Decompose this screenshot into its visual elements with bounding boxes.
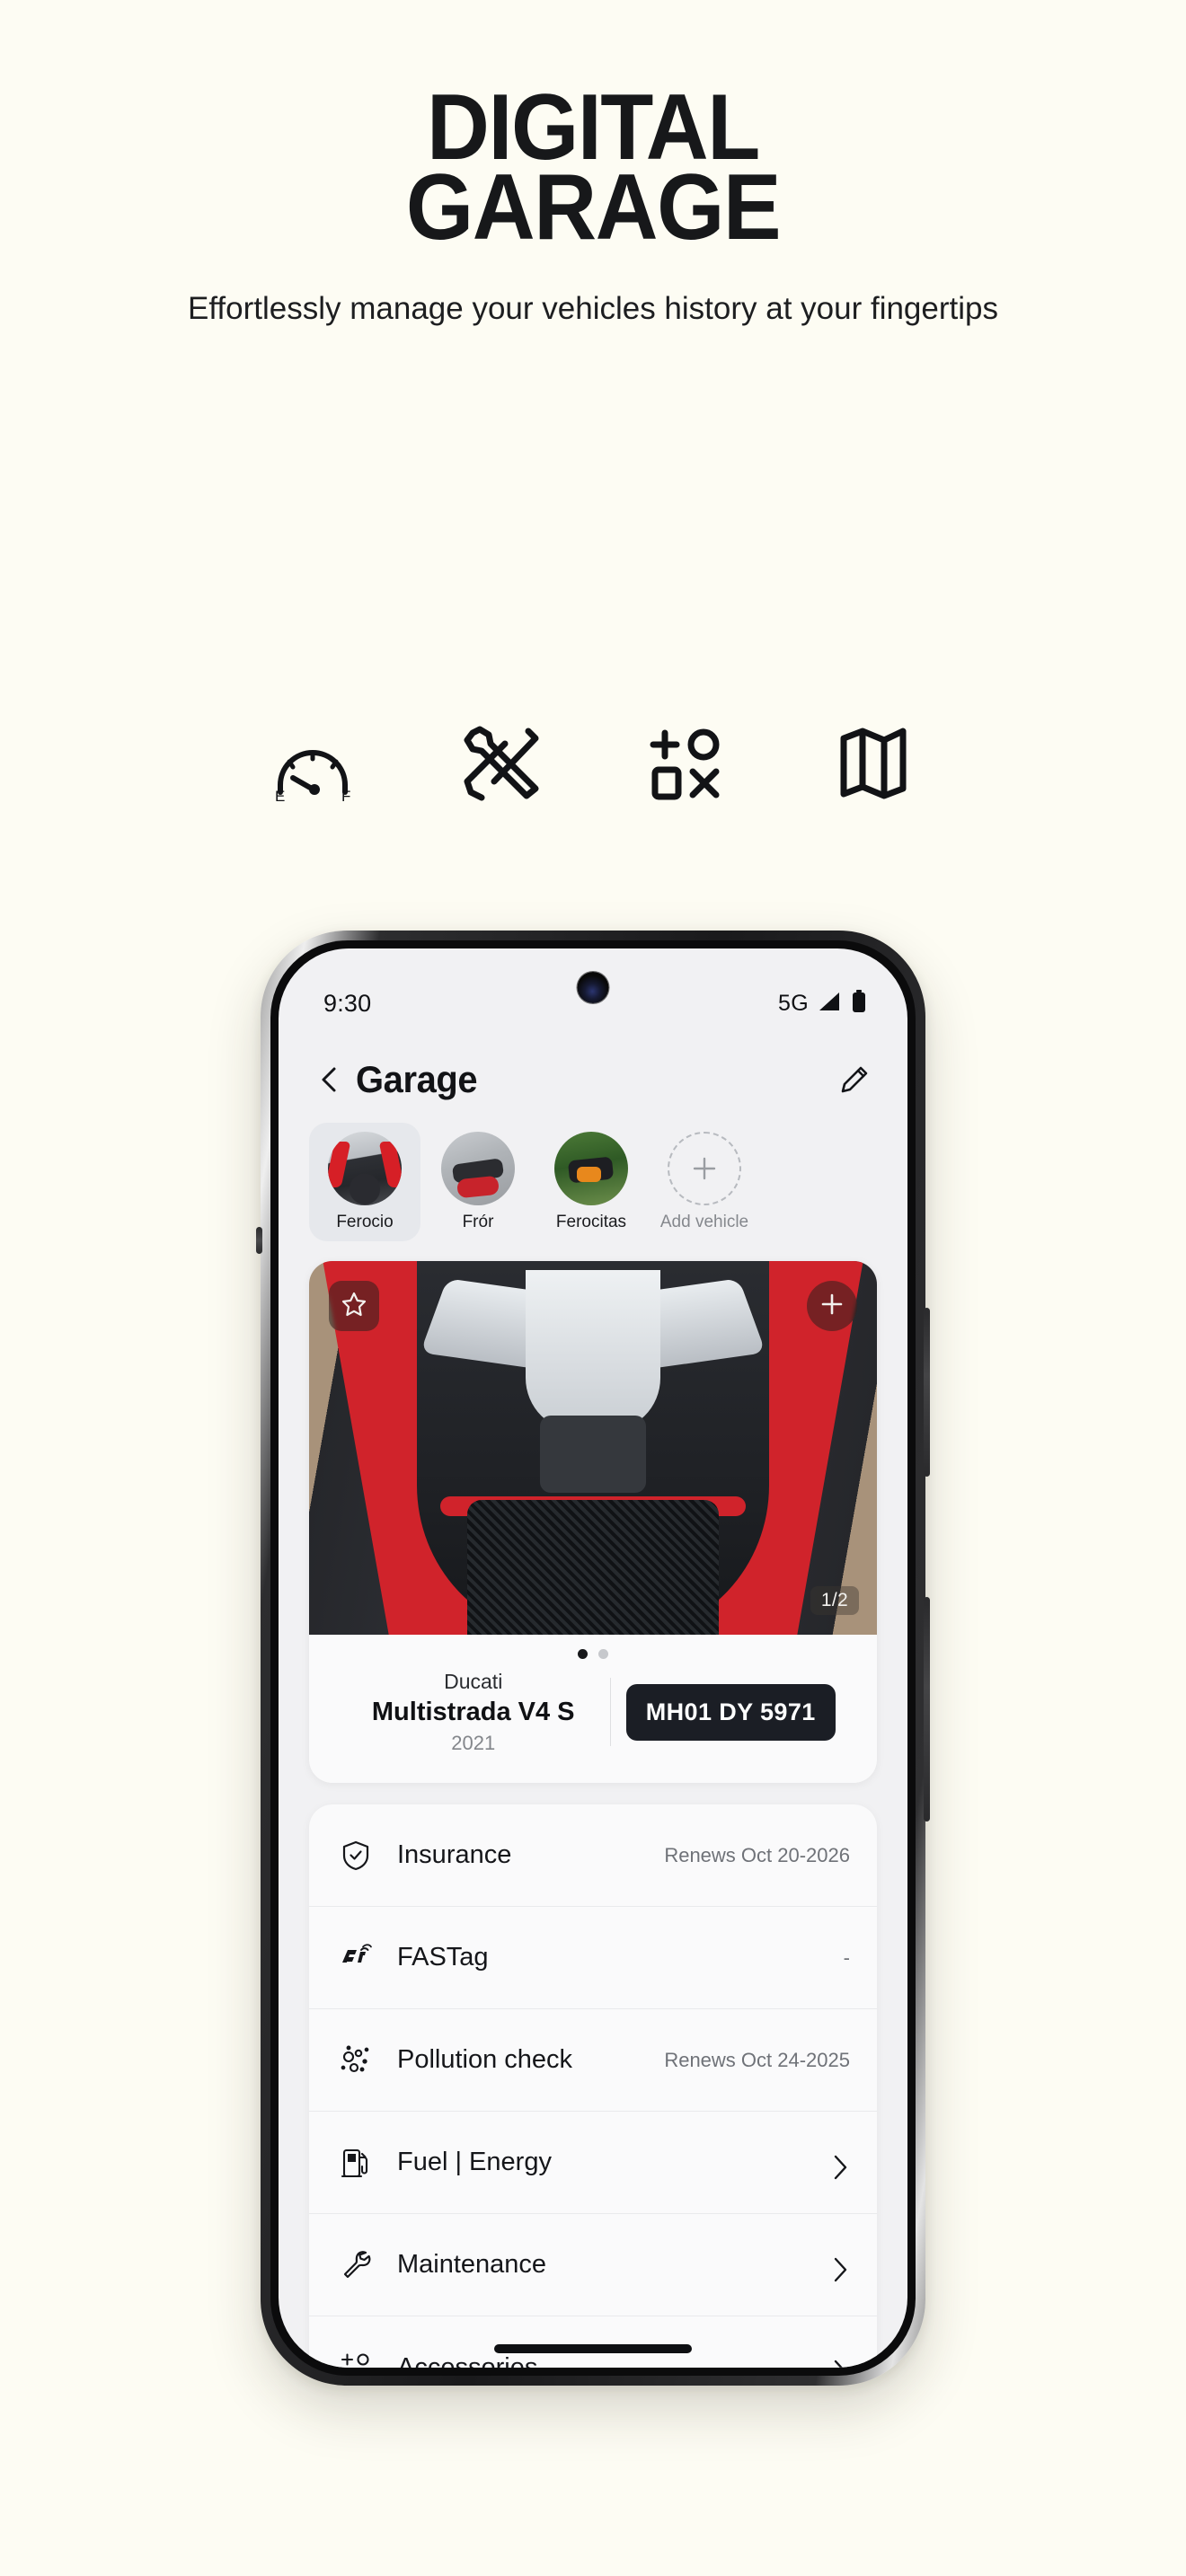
service-row-maintenance[interactable]: Maintenance <box>309 2214 877 2317</box>
carousel-dot[interactable] <box>598 1649 608 1659</box>
avatar <box>441 1132 515 1205</box>
phone-bezel: 9:30 5G Garage Ferocio Frór Ferocitas Ad… <box>270 940 916 2376</box>
carousel-dots[interactable] <box>309 1635 877 1663</box>
sim-tray <box>256 1227 262 1254</box>
avatar <box>554 1132 628 1205</box>
accessories-icon <box>633 710 740 817</box>
signal-bars-icon <box>818 991 843 1017</box>
vehicle-year: 2021 <box>451 1731 496 1754</box>
star-outline-icon <box>341 1291 367 1322</box>
add-photo-button[interactable] <box>807 1281 857 1331</box>
service-row-fuel-energy[interactable]: Fuel | Energy <box>309 2112 877 2215</box>
tools-icon <box>446 710 553 817</box>
plus-icon <box>689 1153 720 1184</box>
battery-full-icon <box>852 989 866 1018</box>
service-label: Pollution check <box>397 2045 573 2075</box>
service-list: Insurance Renews Oct 20-2026 FASTag - Po… <box>309 1804 877 2368</box>
favorite-button[interactable] <box>329 1281 379 1331</box>
service-label: Insurance <box>397 1840 512 1870</box>
chevron-right-icon <box>830 2358 850 2368</box>
vehicle-chip-ferocitas[interactable]: Ferocitas <box>535 1123 647 1241</box>
vehicle-meta: Ducati Multistrada V4 S 2021 MH01 DY 597… <box>309 1663 877 1783</box>
wrench-icon <box>336 2250 376 2280</box>
service-value: Renews Oct 20-2026 <box>664 1843 850 1866</box>
page-title: DIGITAL GARAGE <box>41 81 1145 260</box>
poster-page: DIGITAL GARAGE Effortlessly manage your … <box>0 0 1186 2576</box>
front-camera-punch-hole <box>577 972 609 1003</box>
svg-text:E: E <box>275 788 285 805</box>
plus-icon <box>819 1291 845 1322</box>
chevron-right-icon <box>830 2255 850 2282</box>
screen-title: Garage <box>356 1058 478 1100</box>
map-icon <box>819 710 927 817</box>
vehicle-chip-list: Ferocio Frór Ferocitas Add vehicle <box>279 1108 907 1241</box>
vehicle-chip-label: Ferocitas <box>555 1213 627 1231</box>
chevron-right-icon <box>830 2153 850 2180</box>
vehicle-chip-label: Ferocio <box>336 1213 394 1231</box>
pollution-icon <box>336 2045 376 2076</box>
volume-button[interactable] <box>924 1308 930 1477</box>
service-label: Maintenance <box>397 2250 547 2280</box>
fastag-icon <box>336 1944 376 1972</box>
add-vehicle-button[interactable]: Add vehicle <box>649 1123 760 1241</box>
pencil-edit-icon[interactable] <box>839 1064 870 1095</box>
vehicle-chip-fror[interactable]: Frór <box>422 1123 534 1241</box>
vehicle-photo[interactable]: 1/2 <box>309 1261 877 1635</box>
power-button[interactable] <box>924 1597 930 1822</box>
app-header: Garage <box>279 1035 907 1108</box>
page-title-line2: GARAGE <box>405 155 782 260</box>
fuel-gauge-icon: E F <box>259 710 367 817</box>
chevron-left-icon[interactable] <box>314 1064 345 1095</box>
shield-check-icon <box>336 1840 376 1871</box>
dashed-circle <box>668 1132 741 1205</box>
plate-wrap: MH01 DY 5971 <box>611 1683 850 1741</box>
phone-mockup: 9:30 5G Garage Ferocio Frór Ferocitas Ad… <box>256 931 930 2386</box>
service-row-accessories[interactable]: Accessories <box>309 2316 877 2368</box>
feature-icon-strip: E F <box>0 710 1186 817</box>
network-label: 5G <box>778 990 809 1016</box>
avatar <box>328 1132 402 1205</box>
service-row-fastag[interactable]: FASTag - <box>309 1907 877 2010</box>
fuel-pump-icon <box>336 2147 376 2179</box>
status-indicators: 5G <box>778 989 866 1018</box>
license-plate: MH01 DY 5971 <box>625 1683 836 1741</box>
photo-counter: 1/2 <box>810 1586 859 1615</box>
vehicle-make: Ducati <box>444 1670 503 1693</box>
vehicle-chip-label: Frór <box>462 1213 494 1231</box>
vehicle-model: Multistrada V4 S <box>371 1698 575 1727</box>
status-time: 9:30 <box>323 989 372 1017</box>
service-row-insurance[interactable]: Insurance Renews Oct 20-2026 <box>309 1804 877 1908</box>
vehicle-chip-ferocio[interactable]: Ferocio <box>309 1123 420 1241</box>
accessories-icon <box>336 2352 376 2368</box>
service-value: - <box>843 1945 850 1969</box>
service-label: Accessories <box>397 2352 538 2368</box>
service-label: Fuel | Energy <box>397 2148 552 2177</box>
add-vehicle-label: Add vehicle <box>659 1213 749 1231</box>
service-label: FASTag <box>397 1943 489 1972</box>
vehicle-identity: Ducati Multistrada V4 S 2021 <box>336 1668 610 1756</box>
phone-frame: 9:30 5G Garage Ferocio Frór Ferocitas Ad… <box>256 931 930 2386</box>
home-indicator[interactable] <box>494 2344 692 2353</box>
service-row-pollution-check[interactable]: Pollution check Renews Oct 24-2025 <box>309 2009 877 2113</box>
marketing-hero: DIGITAL GARAGE Effortlessly manage your … <box>0 0 1186 329</box>
motorcycle-photo-art <box>309 1261 877 1635</box>
status-bar: 9:30 5G <box>279 948 907 1035</box>
svg-text:F: F <box>341 788 350 805</box>
vehicle-card: 1/2 Ducati Multistrada V4 S 2021 MH01 DY… <box>309 1261 877 1784</box>
service-value: Renews Oct 24-2025 <box>664 2048 850 2071</box>
page-subtitle: Effortlessly manage your vehicles histor… <box>188 290 998 326</box>
phone-screen: 9:30 5G Garage Ferocio Frór Ferocitas Ad… <box>279 948 907 2368</box>
carousel-dot-active[interactable] <box>578 1649 588 1659</box>
